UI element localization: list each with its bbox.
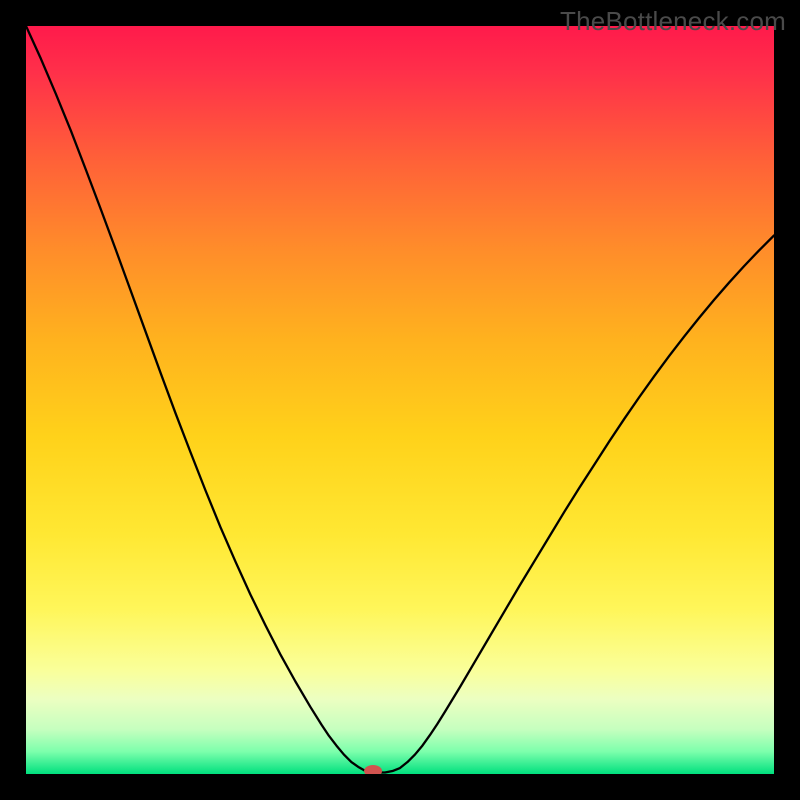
gradient-background	[26, 26, 774, 774]
plot-area	[26, 26, 774, 774]
chart-svg	[26, 26, 774, 774]
chart-frame: TheBottleneck.com	[0, 0, 800, 800]
watermark-text: TheBottleneck.com	[560, 6, 786, 37]
